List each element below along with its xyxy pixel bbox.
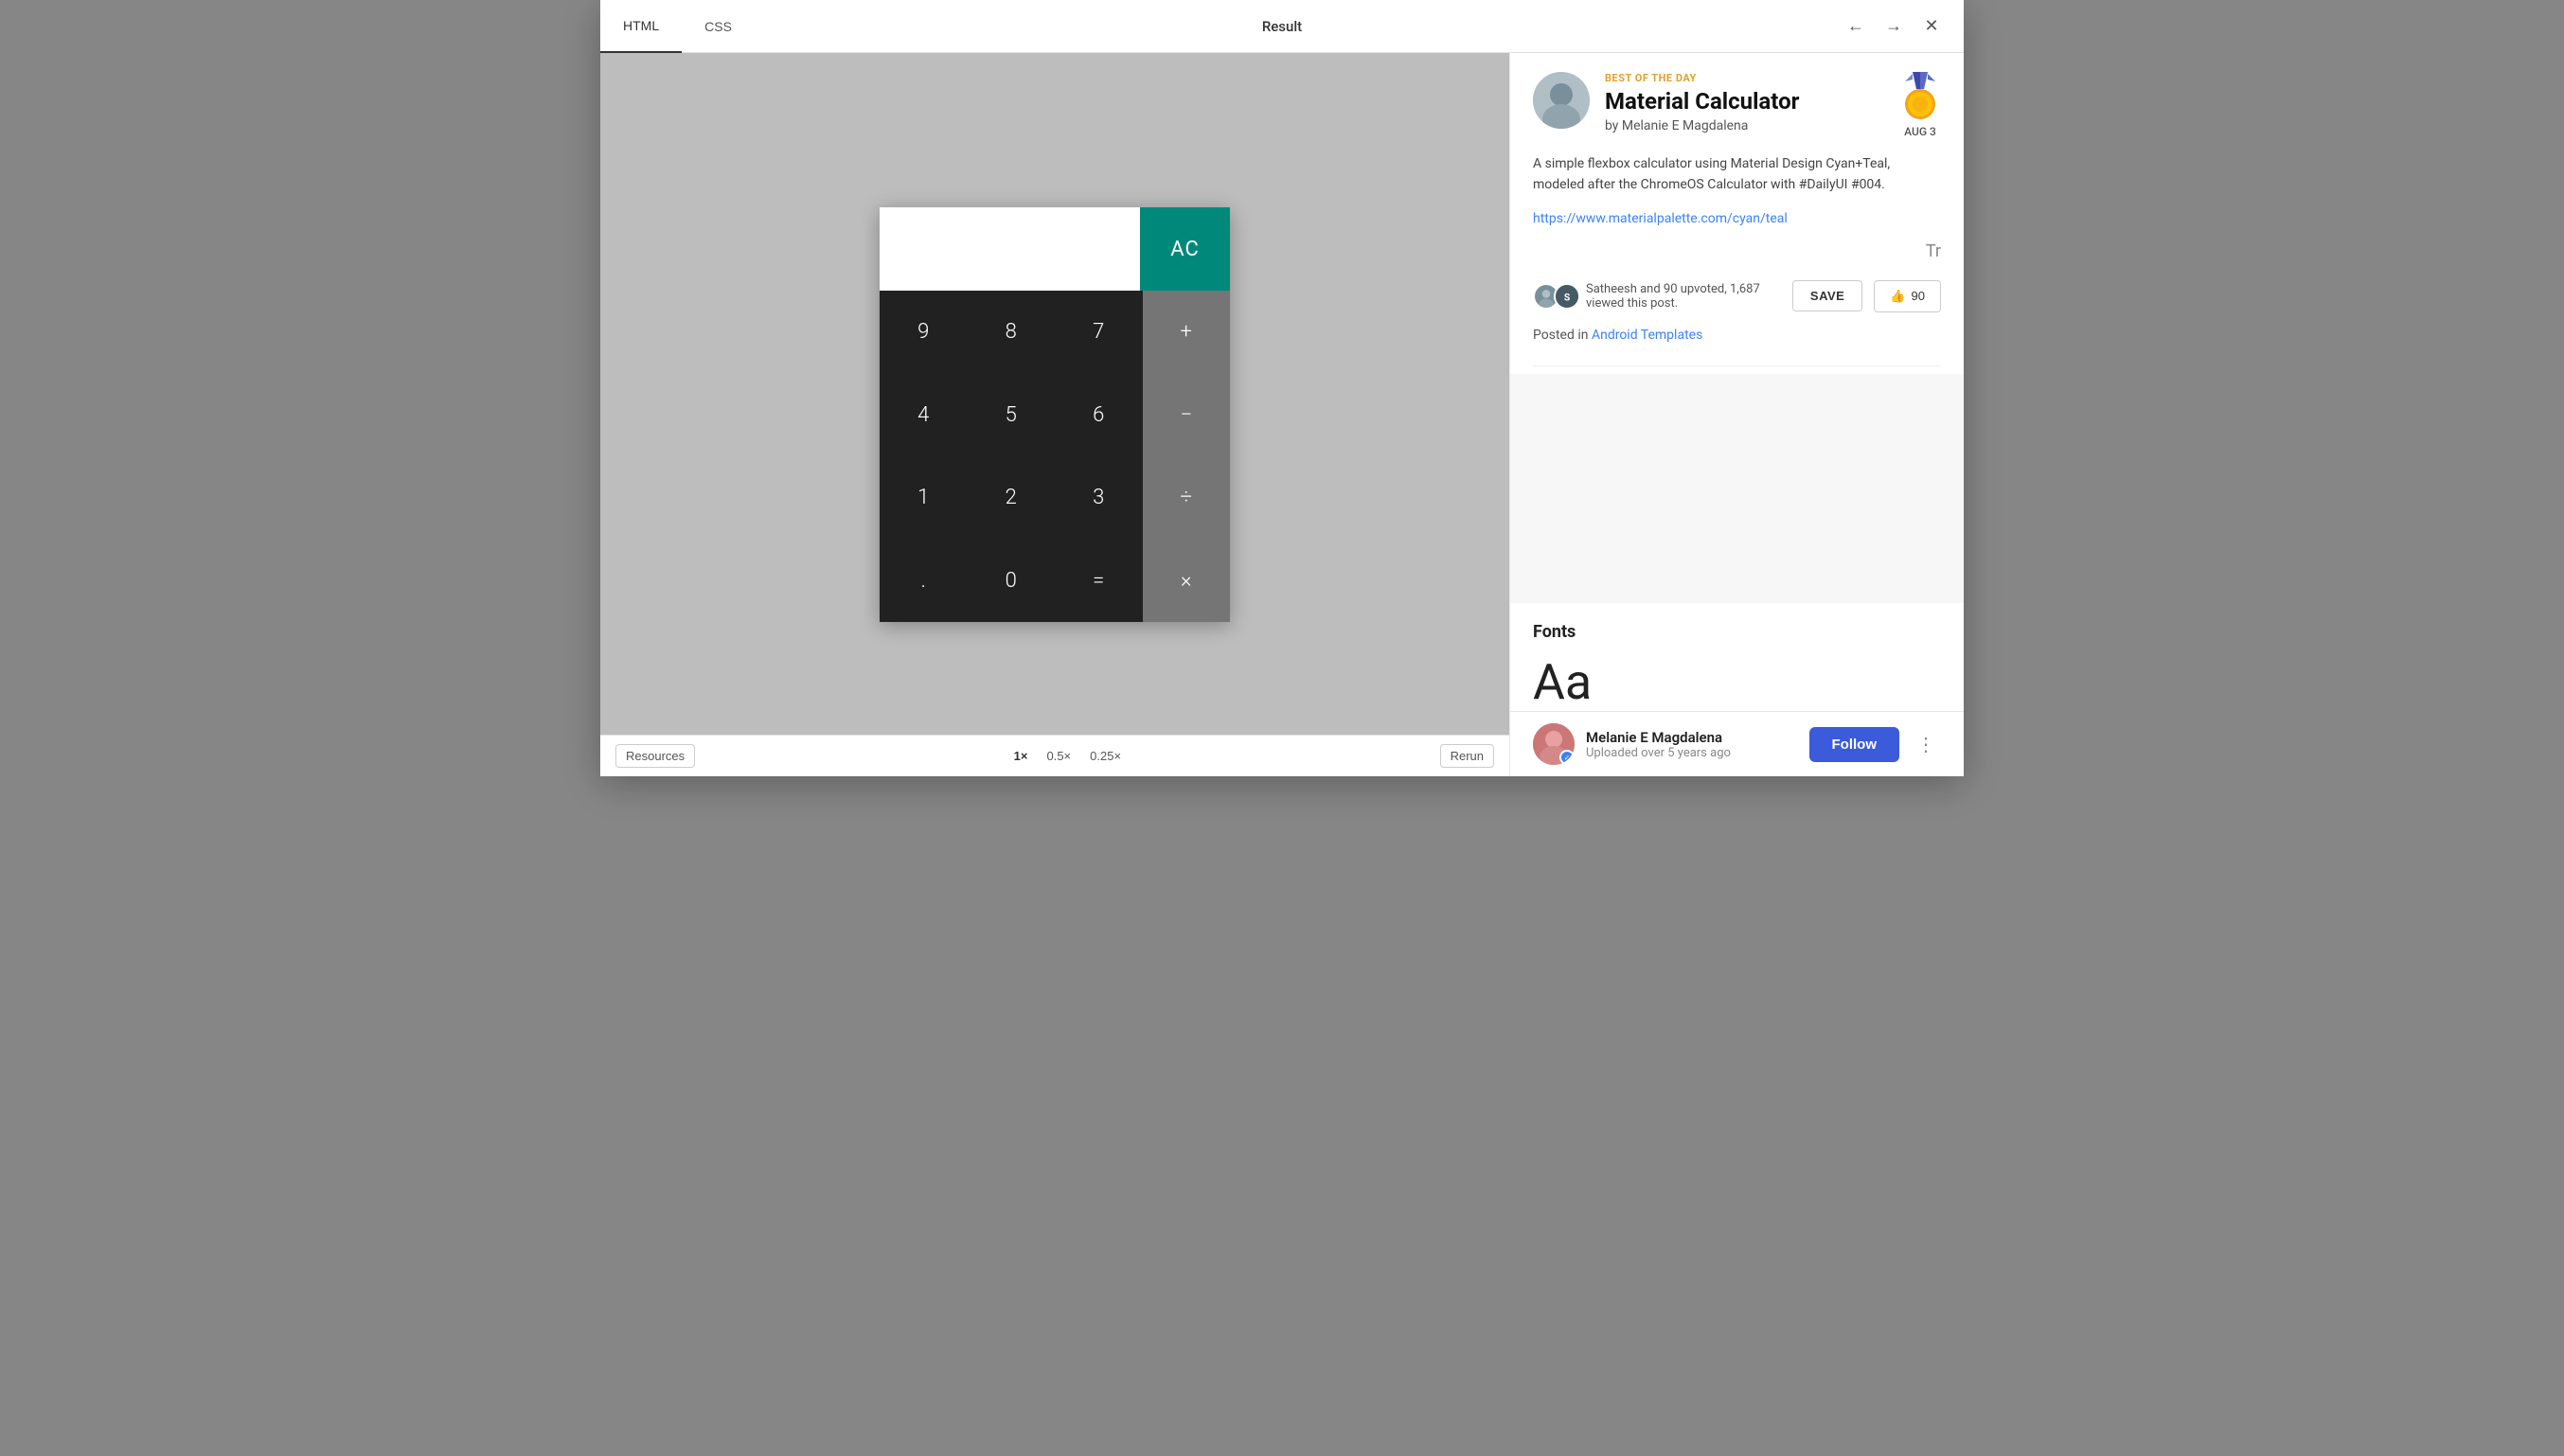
fonts-label: Fonts <box>1533 622 1941 642</box>
toolbar-left: Resources <box>615 744 695 768</box>
calc-ac-button[interactable]: AC <box>1140 207 1230 291</box>
calc-btn-8[interactable]: 8 <box>968 291 1056 374</box>
actions-row: S Satheesh and 90 upvoted, 1,687 viewed … <box>1510 269 1964 324</box>
action-text: Satheesh and 90 upvoted, 1,687 viewed th… <box>1586 282 1781 311</box>
back-button[interactable]: ← <box>1839 9 1873 44</box>
calc-display: AC <box>880 207 1230 291</box>
pen-title: Material Calculator <box>1605 88 1884 115</box>
follow-button[interactable]: Follow <box>1809 727 1900 762</box>
author-bar-avatar: ✓ <box>1533 723 1575 765</box>
more-options-button[interactable]: ⋮ <box>1911 729 1941 759</box>
pen-author: by Melanie E Magdalena <box>1605 118 1884 133</box>
author-upload-time: Uploaded over 5 years ago <box>1586 746 1798 760</box>
verified-badge: ✓ <box>1559 750 1575 765</box>
translate-icon[interactable]: Tr <box>1926 241 1941 261</box>
pen-title-block: BEST OF THE DAY Material Calculator by M… <box>1605 72 1884 133</box>
author-bar: ✓ Melanie E Magdalena Uploaded over 5 ye… <box>1510 711 1964 776</box>
calc-buttons: 9 8 7 + 4 5 6 − 1 2 3 ÷ <box>880 291 1230 622</box>
mini-avatar-2: S <box>1554 283 1580 310</box>
tab-result-label: Result <box>1262 18 1302 35</box>
fonts-section: Fonts Aa <box>1510 603 1964 711</box>
best-of-day-label: BEST OF THE DAY <box>1605 72 1884 84</box>
info-section-gray <box>1510 374 1964 603</box>
modal-window: HTML CSS Result ← → ✕ AC <box>600 0 1964 776</box>
calc-btn-dot[interactable]: . <box>880 540 968 623</box>
medal-date: AUG 3 <box>1904 125 1936 138</box>
scale-05x-button[interactable]: 0.5× <box>1041 747 1077 765</box>
tab-css[interactable]: CSS <box>682 0 755 53</box>
calculator-preview: AC 9 8 7 + 4 5 6 − 1 <box>880 207 1230 622</box>
calc-btn-equals[interactable]: = <box>1055 540 1143 623</box>
save-button[interactable]: SAVE <box>1792 280 1862 311</box>
pen-description: A simple flexbox calculator using Materi… <box>1510 153 1964 211</box>
like-button[interactable]: 👍 90 <box>1874 280 1941 312</box>
like-count: 90 <box>1912 289 1925 303</box>
calc-btn-1[interactable]: 1 <box>880 456 968 540</box>
posted-prefix: Posted in <box>1533 328 1588 343</box>
resources-button[interactable]: Resources <box>615 744 695 768</box>
scale-025x-button[interactable]: 0.25× <box>1084 747 1127 765</box>
posted-category-link[interactable]: Android Templates <box>1592 328 1702 343</box>
medal-block: AUG 3 <box>1899 72 1941 138</box>
toolbar-right: Rerun <box>1440 744 1494 768</box>
forward-button[interactable]: → <box>1877 9 1911 44</box>
divider <box>1533 365 1941 366</box>
font-sample: Aa <box>1533 653 1941 711</box>
author-name: Melanie E Magdalena <box>1586 729 1798 746</box>
pen-header: BEST OF THE DAY Material Calculator by M… <box>1510 53 1964 153</box>
calc-btn-divide[interactable]: ÷ <box>1143 456 1231 540</box>
author-avatar <box>1533 72 1590 129</box>
calc-btn-plus[interactable]: + <box>1143 291 1231 374</box>
info-pane: BEST OF THE DAY Material Calculator by M… <box>1509 53 1964 776</box>
scale-1x-button[interactable]: 1× <box>1008 747 1034 765</box>
calc-btn-0[interactable]: 0 <box>968 540 1056 623</box>
calc-btn-5[interactable]: 5 <box>968 374 1056 457</box>
author-bar-info: Melanie E Magdalena Uploaded over 5 year… <box>1586 729 1798 760</box>
calc-btn-6[interactable]: 6 <box>1055 374 1143 457</box>
rerun-button[interactable]: Rerun <box>1440 744 1494 768</box>
calc-btn-4[interactable]: 4 <box>880 374 968 457</box>
tab-html[interactable]: HTML <box>600 0 682 53</box>
modal-body: AC 9 8 7 + 4 5 6 − 1 <box>600 53 1964 776</box>
preview-toolbar: Resources 1× 0.5× 0.25× Rerun <box>600 735 1509 776</box>
pen-link[interactable]: https://www.materialpalette.com/cyan/tea… <box>1510 211 1964 241</box>
calc-screen <box>880 207 1140 291</box>
calc-btn-2[interactable]: 2 <box>968 456 1056 540</box>
close-button[interactable]: ✕ <box>1914 9 1949 44</box>
calc-btn-multiply[interactable]: × <box>1143 540 1231 623</box>
user-avatars: S <box>1533 283 1575 310</box>
preview-pane: AC 9 8 7 + 4 5 6 − 1 <box>600 53 1509 776</box>
svg-text:S: S <box>1564 291 1570 303</box>
thumbs-up-icon: 👍 <box>1890 289 1905 304</box>
calc-btn-minus[interactable]: − <box>1143 374 1231 457</box>
calc-btn-9[interactable]: 9 <box>880 291 968 374</box>
modal-header: HTML CSS Result ← → ✕ <box>600 0 1964 53</box>
calc-btn-3[interactable]: 3 <box>1055 456 1143 540</box>
posted-in: Posted in Android Templates <box>1510 324 1964 358</box>
modal-navigation: ← → ✕ <box>1839 9 1949 44</box>
calc-btn-7[interactable]: 7 <box>1055 291 1143 374</box>
toolbar-center: 1× 0.5× 0.25× <box>1008 747 1127 765</box>
